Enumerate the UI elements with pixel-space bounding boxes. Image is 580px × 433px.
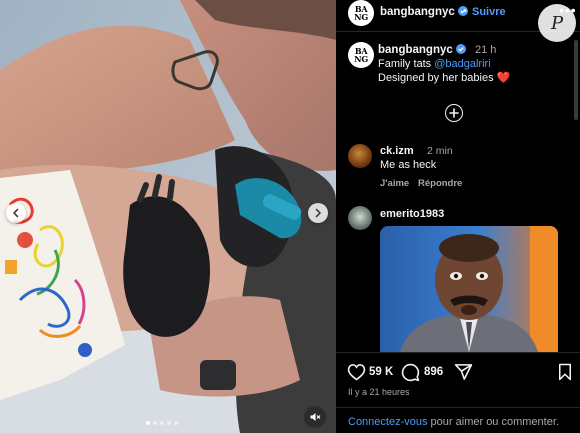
comment-username[interactable]: emerito1983 — [380, 208, 444, 220]
author-username[interactable]: bangbangnyc — [380, 6, 468, 18]
tattoo-video-frame — [0, 0, 336, 433]
load-more-comments-button[interactable] — [445, 104, 463, 122]
heart-emoji: ❤️ — [496, 72, 511, 84]
commenter-avatar[interactable] — [348, 144, 372, 168]
mute-button[interactable] — [304, 406, 326, 428]
separator-dot: • — [463, 5, 467, 17]
footer-divider — [336, 407, 580, 408]
caption-mention[interactable]: @badgalriri — [434, 58, 490, 70]
commenter-avatar[interactable] — [348, 206, 372, 230]
comment-item: emerito1983 — [348, 206, 572, 352]
like-count[interactable]: 59 K — [369, 366, 393, 378]
author-avatar[interactable]: B AN G — [348, 0, 374, 26]
caption-text: Family tats — [378, 58, 435, 70]
carousel-dot — [174, 421, 178, 425]
post-actions-bar: 59 K 896 Il y a 21 heures Connectez-vous… — [336, 352, 580, 433]
comment-like-button[interactable]: J'aime — [380, 178, 409, 189]
comment-username[interactable]: ck.izm — [380, 145, 414, 157]
caption-line-1: Family tats @badgalriri — [378, 58, 491, 70]
chevron-left-icon — [13, 208, 19, 218]
caption-username-text[interactable]: bangbangnyc — [378, 44, 453, 56]
site-watermark-logo: P — [538, 4, 576, 42]
plus-circle-icon — [449, 108, 459, 118]
caption-username[interactable]: bangbangnyc — [378, 44, 466, 56]
bookmark-icon[interactable] — [557, 363, 573, 381]
comment-text: Me as heck — [380, 159, 437, 171]
login-prompt-text: pour aimer ou commenter. — [427, 416, 559, 428]
author-username-text[interactable]: bangbangnyc — [380, 6, 455, 18]
carousel-dot — [160, 421, 164, 425]
heart-icon[interactable] — [347, 363, 366, 381]
follow-button[interactable]: Suivre — [472, 6, 506, 18]
actions-divider — [336, 352, 580, 353]
post-media[interactable] — [0, 0, 336, 433]
carousel-indicator — [146, 421, 178, 425]
posted-time: Il y a 21 heures — [348, 387, 410, 397]
comment-item: ck.izm 2 min Me as heck J'aime Répondre — [348, 143, 572, 193]
carousel-dot — [167, 421, 171, 425]
caption-text-2: Designed by her babies — [378, 72, 497, 84]
chevron-right-icon — [315, 208, 321, 218]
caption-line-2: Designed by her babies ❤️ — [378, 71, 510, 84]
comment-time: 2 min — [427, 145, 453, 157]
scrollbar[interactable] — [574, 40, 578, 120]
comment-gif[interactable] — [380, 226, 558, 352]
comment-icon[interactable] — [401, 363, 420, 382]
caption-avatar[interactable]: B AN G — [348, 42, 374, 68]
carousel-dot-active — [146, 421, 150, 425]
login-link[interactable]: Connectez-vous — [348, 416, 428, 428]
login-prompt: Connectez-vous pour aimer ou commenter. — [348, 416, 559, 428]
previous-slide-button[interactable] — [6, 203, 26, 223]
share-icon[interactable] — [454, 363, 473, 381]
next-slide-button[interactable] — [308, 203, 328, 223]
comment-reply-button[interactable]: Répondre — [418, 178, 462, 189]
post-side-panel: B AN G bangbangnyc • Suivre ••• B AN G b… — [336, 0, 580, 433]
reaction-gif-image — [380, 226, 558, 352]
carousel-dot — [153, 421, 157, 425]
comment-count[interactable]: 896 — [424, 366, 443, 378]
mute-icon — [310, 413, 321, 421]
caption-time: 21 h — [475, 44, 497, 56]
verified-icon — [455, 44, 466, 54]
